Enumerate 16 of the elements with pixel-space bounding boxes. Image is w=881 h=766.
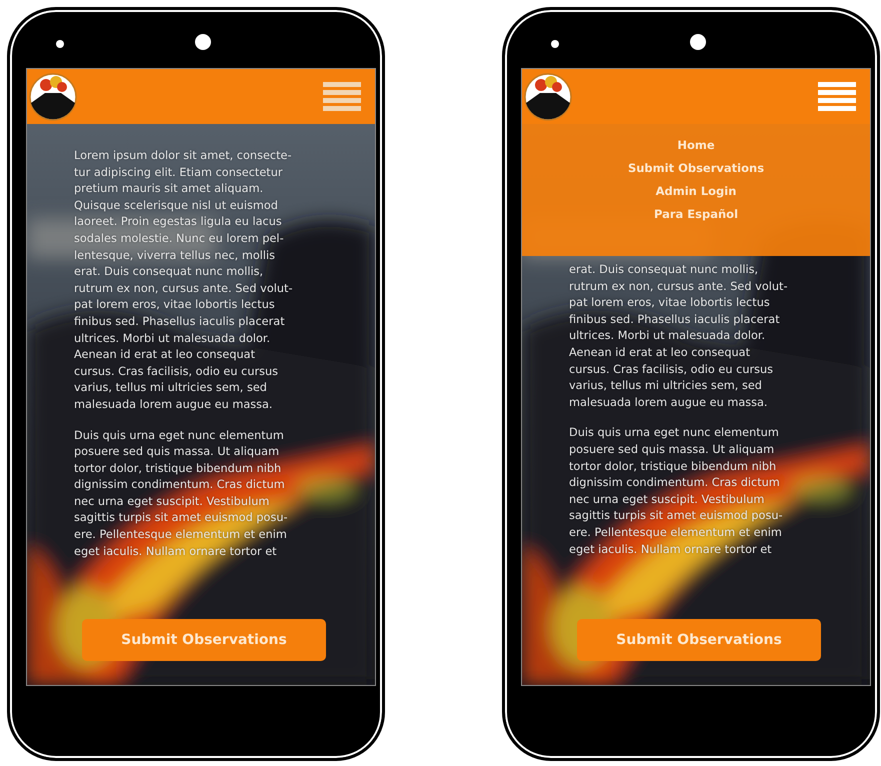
menu-icon[interactable] xyxy=(818,82,856,112)
submit-button[interactable]: Submit Observations xyxy=(82,619,326,661)
volcano-icon xyxy=(524,72,572,120)
camera-icon xyxy=(195,34,211,50)
sensor-icon xyxy=(551,40,559,48)
menu-link[interactable]: Admin Login xyxy=(656,184,736,198)
body-paragraph: Lorem ipsum dolor sit amet, consecte- tur adipiscing elit. Etiam consectetur pretium mauris sit amet aliquam. Quisque scelerisque nisl ut euismod laoreet. Proin egestas ligula eu lacus sodales molestie. Nunc eu lorem pel- lentesque, viverra tellus nec, mollis erat. Duis consequat nunc mollis, rutrum ex non, cursus ante. Sed volut- pat lorem eros, vitae lobortis lectus finibus sed. Phasellus iaculis placerat ultrices. Morbi ut malesuada dolor. Aenean id erat at leo consequat cursus. Cras facilisis, odio eu cursus varius, tellus mi ultricies sem, sed malesuada lorem augue eu massa. xyxy=(74,148,293,413)
sensor-icon xyxy=(56,40,64,48)
volcano-icon xyxy=(29,72,77,120)
menu-link[interactable]: Submit Observations xyxy=(628,161,764,175)
menu-icon[interactable] xyxy=(323,82,361,112)
body-paragraph: erat. Duis consequat nunc mollis, rutrum ex non, cursus ante. Sed volut- pat lorem eros, vitae lobortis lectus finibus sed. Phasellus iaculis placerat ultrices. Morbi ut malesuada dolor. Aenean id erat at leo consequat cursus. Cras facilisis, odio eu cursus varius, tellus mi ultricies sem, sed malesuada lorem augue eu massa. xyxy=(569,262,788,411)
menu-link[interactable]: Home xyxy=(677,138,715,152)
menu-link[interactable]: Para Español xyxy=(654,207,738,221)
submit-button[interactable]: Submit Observations xyxy=(577,619,821,661)
camera-icon xyxy=(690,34,706,50)
